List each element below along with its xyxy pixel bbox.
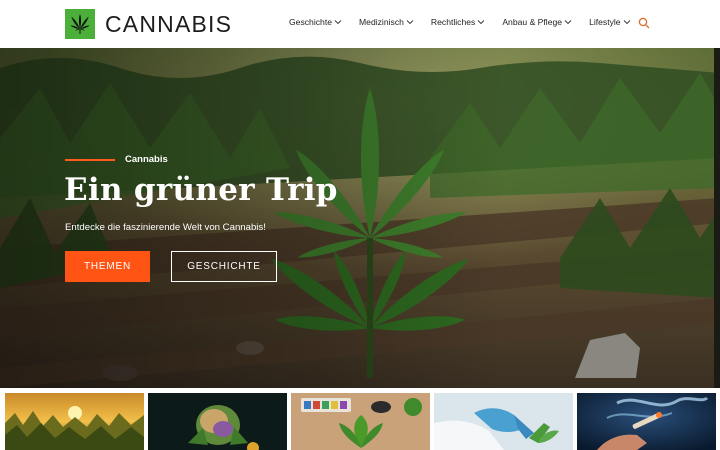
nav-item-anbau-pflege[interactable]: Anbau & Pflege bbox=[502, 17, 572, 27]
nav-label: Geschichte bbox=[289, 17, 332, 27]
main-nav: Geschichte Medizinisch Rechtliches Anbau… bbox=[289, 17, 648, 27]
geschichte-button[interactable]: GESCHICHTE bbox=[171, 251, 277, 282]
chevron-down-icon bbox=[623, 20, 630, 25]
search-icon[interactable] bbox=[638, 17, 650, 29]
thumbnail-smoking-hand[interactable] bbox=[577, 393, 716, 450]
site-title: CANNABIS bbox=[105, 10, 233, 37]
hero-edge bbox=[714, 48, 720, 388]
hero-category: Cannabis bbox=[125, 154, 168, 165]
site-header: CANNABIS Geschichte Medizinisch Rechtlic… bbox=[0, 0, 720, 48]
thumbnail-sunset-field[interactable] bbox=[5, 393, 144, 450]
chevron-down-icon bbox=[478, 20, 485, 25]
cannabis-leaf-icon bbox=[65, 9, 95, 39]
nav-item-rechtliches[interactable]: Rechtliches bbox=[431, 17, 485, 27]
accent-line bbox=[65, 158, 115, 161]
nav-item-geschichte[interactable]: Geschichte bbox=[289, 17, 342, 27]
thumbnail-paint-palette-leaf[interactable] bbox=[291, 393, 430, 450]
hero-title: Ein grüner Trip bbox=[64, 172, 338, 208]
nav-item-medizinisch[interactable]: Medizinisch bbox=[359, 17, 414, 27]
nav-label: Anbau & Pflege bbox=[502, 17, 563, 27]
site-logo[interactable]: CANNABIS bbox=[65, 9, 232, 39]
hero-eyebrow: Cannabis bbox=[65, 154, 168, 165]
hero-banner: Cannabis Ein grüner Trip Entdecke die fa… bbox=[0, 48, 720, 388]
chevron-down-icon bbox=[564, 20, 572, 25]
chevron-down-icon bbox=[406, 20, 414, 25]
chevron-down-icon bbox=[334, 20, 342, 25]
hero-subtitle: Entdecke die faszinierende Welt von Cann… bbox=[65, 222, 266, 233]
thumbnail-cannabis-bud[interactable] bbox=[148, 393, 287, 450]
thumbnail-lab-gloves[interactable] bbox=[434, 393, 573, 450]
nav-label: Lifestyle bbox=[589, 17, 621, 27]
nav-label: Rechtliches bbox=[430, 17, 476, 27]
nav-item-lifestyle[interactable]: Lifestyle bbox=[589, 17, 631, 27]
themen-button[interactable]: THEMEN bbox=[65, 251, 150, 282]
nav-label: Medizinisch bbox=[359, 17, 404, 27]
thumbnail-strip bbox=[0, 388, 720, 450]
hero-overlay bbox=[0, 48, 720, 388]
